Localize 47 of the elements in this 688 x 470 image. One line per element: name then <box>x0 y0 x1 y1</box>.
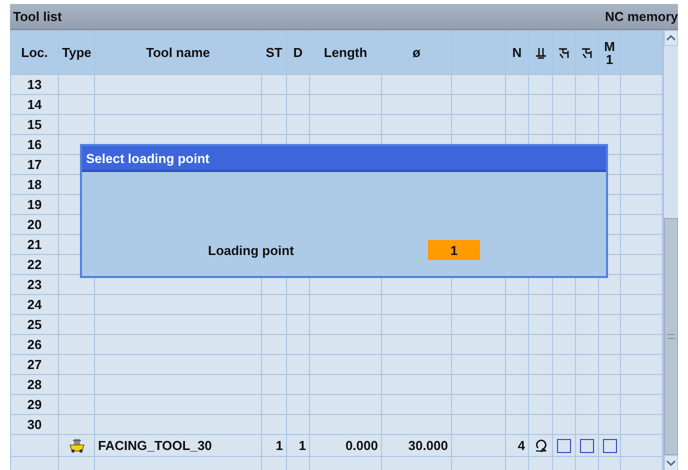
scroll-down-icon[interactable] <box>664 455 678 470</box>
table-cell: 30.000 <box>382 434 452 456</box>
table-cell: 15 <box>10 114 58 134</box>
table-cell: 16 <box>10 134 58 154</box>
column-header: Type <box>58 30 94 74</box>
table-cell: 1 <box>262 434 286 456</box>
table-cell: 1 <box>286 434 310 456</box>
table-cell: 25 <box>10 314 58 334</box>
field-label: Loading point <box>208 242 295 258</box>
facing-tool-icon <box>68 439 86 454</box>
table-cell: 0.000 <box>310 434 382 456</box>
table-cell: 17 <box>10 154 58 174</box>
table-cell: 4 <box>506 434 528 456</box>
table-cell: 26 <box>10 334 58 354</box>
memory-label: NC memory <box>605 9 678 24</box>
checkbox[interactable] <box>557 439 571 454</box>
table-cell: 24 <box>10 294 58 314</box>
table-cell: 20 <box>10 214 58 234</box>
table-cell: 29 <box>10 394 58 414</box>
rotation-icon <box>534 439 548 454</box>
window-title: Tool list <box>13 9 62 24</box>
table-cell: 19 <box>10 194 58 214</box>
column-header: Loc. <box>10 30 58 74</box>
dialog-title: Select loading point <box>82 146 606 172</box>
column-header: M 1 <box>598 30 620 74</box>
scroll-thumb[interactable] <box>664 218 678 455</box>
table-cell: 22 <box>10 254 58 274</box>
checkbox[interactable] <box>602 439 616 454</box>
table-cell: 30 <box>10 414 58 434</box>
table-cell: 18 <box>10 174 58 194</box>
column-header: Length <box>310 30 382 74</box>
table-cell: 13 <box>10 74 58 94</box>
table-cell: FACING_TOOL_30 <box>94 434 262 456</box>
column-header: ST <box>262 30 286 74</box>
table-cell: 27 <box>10 354 58 374</box>
table-cell: 23 <box>10 274 58 294</box>
column-header: ø <box>382 30 452 74</box>
scroll-up-icon[interactable] <box>664 30 678 46</box>
input-field[interactable]: 1 <box>428 240 480 260</box>
column-header: N <box>506 30 528 74</box>
scrollbar[interactable] <box>663 30 678 470</box>
table-cell: 14 <box>10 94 58 114</box>
table-cell: 21 <box>10 234 58 254</box>
column-header: Tool name <box>94 30 262 74</box>
checkbox[interactable] <box>580 439 594 454</box>
column-header: D <box>286 30 310 74</box>
table-cell: 28 <box>10 374 58 394</box>
